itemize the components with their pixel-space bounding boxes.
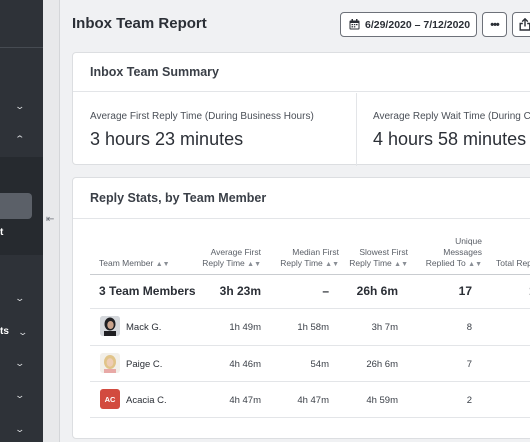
cell-median-first-reply: 54m (310, 359, 329, 370)
metric-label: Average First Reply Time (During Busines… (90, 111, 314, 122)
column-header-team-member[interactable]: Team Member ▲▼ (99, 258, 170, 270)
cell-avg-first-reply: 4h 47m (229, 395, 261, 406)
page-title: Inbox Team Report (72, 15, 207, 32)
column-header-slowest-first-reply[interactable]: Slowest First Reply Time ▲▼ (349, 247, 408, 270)
avatar: AC (100, 389, 120, 409)
avatar (100, 353, 120, 373)
column-header-label: Median First (292, 247, 339, 257)
cell-slowest-first-reply: 3h 7m (371, 322, 398, 333)
column-header-label: Messages (443, 247, 482, 257)
totals-avg-first-reply: 3h 23m (219, 284, 261, 298)
column-header-total-replies[interactable]: Total Repl (496, 258, 530, 269)
calendar-icon (349, 19, 360, 30)
team-member-name[interactable]: Acacia C. (126, 395, 167, 406)
metric-value: 3 hours 23 minutes (90, 129, 244, 149)
totals-median-first-reply: – (322, 284, 329, 298)
column-header-unique-messages[interactable]: Unique Messages Replied To ▲▼ (426, 236, 482, 270)
column-header-label: Reply Time (349, 258, 392, 268)
column-header-label: Team Member (99, 258, 154, 268)
totals-slowest-first-reply: 26h 6m (356, 284, 398, 298)
sort-icon: ▲▼ (394, 261, 408, 268)
reply-stats-title: Reply Stats, by Team Member (90, 191, 267, 205)
sort-icon: ▲▼ (325, 261, 339, 268)
metric-label: Average Reply Wait Time (During Ca (373, 111, 530, 122)
metric-value: 4 hours 58 minutes (373, 129, 527, 149)
avatar (100, 316, 120, 336)
collapse-sidebar-icon[interactable]: ⇤ (46, 214, 54, 225)
chevron-down-icon[interactable]: ⌄ (14, 358, 25, 369)
sidebar-item-label[interactable]: t (0, 227, 3, 238)
date-range-label: 6/29/2020 – 7/12/2020 (365, 18, 471, 31)
chevron-up-icon[interactable]: ⌃ (14, 134, 25, 145)
row-divider (90, 345, 530, 346)
totals-label: 3 Team Members (99, 284, 196, 298)
summary-card: Inbox Team Summary Average First Reply T… (72, 52, 530, 166)
column-header-label: Reply Time (280, 258, 323, 268)
sidebar-item-label[interactable]: ts (0, 326, 9, 337)
sidebar-item-active[interactable] (0, 193, 32, 219)
chevron-down-icon[interactable]: ⌄ (17, 327, 28, 338)
cell-median-first-reply: 1h 58m (297, 322, 329, 333)
table-header-divider (90, 274, 530, 275)
column-header-label: Reply Time (202, 258, 245, 268)
card-divider (73, 91, 530, 92)
cell-avg-first-reply: 4h 46m (229, 359, 261, 370)
cell-avg-first-reply: 1h 49m (229, 322, 261, 333)
chevron-down-icon[interactable]: ⌄ (14, 424, 25, 435)
column-header-label: Replied To (425, 258, 466, 268)
chevron-down-icon[interactable]: ⌄ (14, 390, 25, 401)
row-divider (90, 308, 530, 309)
column-header-median-first-reply[interactable]: Median First Reply Time ▲▼ (280, 247, 339, 270)
column-header-avg-first-reply[interactable]: Average First Reply Time ▲▼ (202, 247, 261, 270)
sort-icon: ▲▼ (155, 261, 170, 268)
date-range-button[interactable]: 6/29/2020 – 7/12/2020 (340, 12, 477, 37)
team-member-name[interactable]: Mack G. (126, 322, 161, 333)
metric-divider (356, 93, 357, 166)
chevron-down-icon[interactable]: ⌄ (14, 101, 25, 112)
team-member-name[interactable]: Paige C. (126, 359, 162, 370)
more-options-button[interactable]: ••• (482, 12, 507, 37)
column-header-label: Unique (455, 236, 482, 246)
reply-stats-card: Reply Stats, by Team Member Team Member … (72, 177, 530, 439)
sidebar-divider (0, 47, 43, 48)
cell-slowest-first-reply: 26h 6m (366, 359, 398, 370)
column-header-label: Slowest First (359, 247, 408, 257)
column-header-label: Average First (210, 247, 261, 257)
sort-icon: ▲▼ (247, 261, 261, 268)
card-divider (73, 218, 530, 219)
sort-icon: ▲▼ (468, 261, 482, 268)
more-icon: ••• (490, 18, 500, 31)
row-divider (90, 381, 530, 382)
cell-unique-messages: 7 (466, 359, 472, 370)
summary-title: Inbox Team Summary (90, 65, 219, 79)
share-icon (519, 18, 530, 31)
cell-unique-messages: 8 (466, 322, 472, 333)
export-button[interactable] (512, 12, 530, 37)
cell-slowest-first-reply: 4h 59m (366, 395, 398, 406)
chevron-down-icon[interactable]: ⌄ (14, 293, 25, 304)
totals-unique-messages: 17 (458, 284, 472, 298)
sidebar: ⌄ ⌃ t ⌄ ts ⌄ ⌄ ⌄ ⌄ (0, 0, 43, 442)
cell-median-first-reply: 4h 47m (297, 395, 329, 406)
row-divider (90, 417, 530, 418)
column-header-label: Total Repl (496, 258, 530, 268)
cell-unique-messages: 2 (466, 395, 472, 406)
